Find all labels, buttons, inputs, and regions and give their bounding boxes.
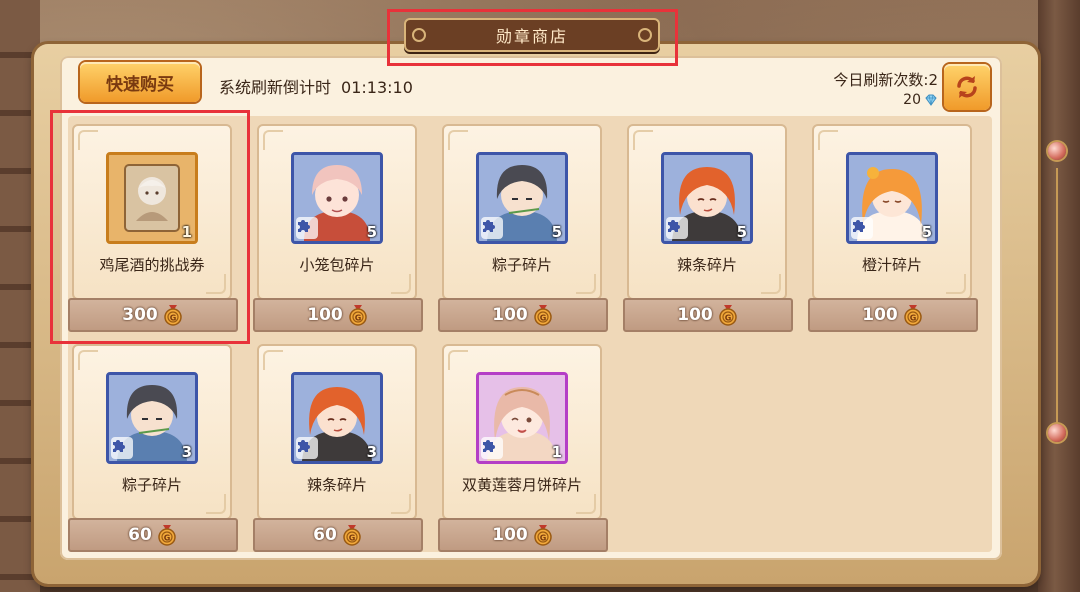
medal-coin-icon xyxy=(532,524,554,546)
fragment-puzzle-icon xyxy=(666,217,688,239)
shop-item-card[interactable]: 5 粽子碎片 100 xyxy=(438,120,608,332)
refresh-countdown: 系统刷新倒计时 01:13:10 xyxy=(219,74,413,98)
background-pole xyxy=(1038,0,1080,592)
item-name: 橙汁碎片 xyxy=(861,256,922,274)
item-card-body: 3 粽子碎片 xyxy=(72,344,232,520)
item-portrait: 5 xyxy=(846,152,938,244)
shop-item-card[interactable]: 5 橙汁碎片 100 xyxy=(808,120,978,332)
quantity-badge: 3 xyxy=(181,443,192,461)
quantity-badge: 5 xyxy=(736,223,747,241)
fragment-puzzle-icon xyxy=(481,437,503,459)
quantity-badge: 1 xyxy=(551,443,562,461)
shop-item-card[interactable]: 3 辣条碎片 60 xyxy=(253,340,423,552)
fragment-puzzle-icon xyxy=(481,217,503,239)
highlight-box-title xyxy=(387,9,678,66)
item-name: 粽子碎片 xyxy=(491,256,552,274)
medal-coin-icon xyxy=(347,304,369,326)
ornament-string xyxy=(1056,168,1058,438)
item-name: 小笼包碎片 xyxy=(299,256,375,274)
medal-coin-icon xyxy=(532,304,554,326)
countdown-label: 系统刷新倒计时 xyxy=(219,78,332,97)
price-bar: 100 xyxy=(438,518,608,552)
item-price: 60 xyxy=(313,525,337,545)
countdown-timer: 01:13:10 xyxy=(341,78,413,97)
price-bar: 100 xyxy=(253,298,423,332)
fragment-puzzle-icon xyxy=(851,217,873,239)
ornament-bead-icon xyxy=(1048,424,1066,442)
price-bar: 100 xyxy=(623,298,793,332)
shop-item-card[interactable]: 5 小笼包碎片 100 xyxy=(253,120,423,332)
quick-buy-button[interactable]: 快速购买 xyxy=(80,62,200,102)
item-card-body: 5 粽子碎片 xyxy=(442,124,602,300)
item-price: 100 xyxy=(862,305,898,325)
fragment-puzzle-icon xyxy=(296,437,318,459)
refresh-icon xyxy=(957,76,977,98)
item-name: 辣条碎片 xyxy=(306,476,367,494)
item-price: 100 xyxy=(677,305,713,325)
diamond-icon xyxy=(925,94,937,106)
item-card-body: 5 橙汁碎片 xyxy=(812,124,972,300)
item-portrait: 5 xyxy=(661,152,753,244)
item-name: 粽子碎片 xyxy=(121,476,182,494)
item-price: 60 xyxy=(128,525,152,545)
item-card-body: 5 小笼包碎片 xyxy=(257,124,417,300)
price-bar: 60 xyxy=(68,518,238,552)
item-portrait: 5 xyxy=(291,152,383,244)
medal-coin-icon xyxy=(156,524,178,546)
shop-item-card[interactable]: 1 双黄莲蓉月饼碎片 100 xyxy=(438,340,608,552)
fragment-puzzle-icon xyxy=(111,437,133,459)
price-bar: 100 xyxy=(808,298,978,332)
item-price: 100 xyxy=(307,305,343,325)
item-portrait: 3 xyxy=(291,372,383,464)
shop-item-card[interactable]: 5 辣条碎片 100 xyxy=(623,120,793,332)
item-card-body: 1 双黄莲蓉月饼碎片 xyxy=(442,344,602,520)
item-name: 双黄莲蓉月饼碎片 xyxy=(461,476,582,494)
refresh-cost-value: 20 xyxy=(903,92,921,108)
refresh-button[interactable] xyxy=(944,64,990,110)
ornament-bead-icon xyxy=(1048,142,1066,160)
medal-coin-icon xyxy=(341,524,363,546)
item-card-body: 5 辣条碎片 xyxy=(627,124,787,300)
fragment-puzzle-icon xyxy=(296,217,318,239)
item-price: 100 xyxy=(492,305,528,325)
item-card-body: 3 辣条碎片 xyxy=(257,344,417,520)
item-portrait: 3 xyxy=(106,372,198,464)
refresh-count-text: 今日刷新次数:2 xyxy=(833,71,938,89)
quantity-badge: 5 xyxy=(551,223,562,241)
medal-coin-icon xyxy=(717,304,739,326)
shop-item-card[interactable]: 3 粽子碎片 60 xyxy=(68,340,238,552)
medal-coin-icon xyxy=(902,304,924,326)
price-bar: 60 xyxy=(253,518,423,552)
refresh-cost: 20 xyxy=(903,92,938,108)
quantity-badge: 5 xyxy=(921,223,932,241)
quantity-badge: 3 xyxy=(366,443,377,461)
highlight-box-item xyxy=(50,110,250,344)
item-name: 辣条碎片 xyxy=(676,256,737,274)
item-portrait: 1 xyxy=(476,372,568,464)
item-price: 100 xyxy=(492,525,528,545)
price-bar: 100 xyxy=(438,298,608,332)
quantity-badge: 5 xyxy=(366,223,377,241)
item-portrait: 5 xyxy=(476,152,568,244)
